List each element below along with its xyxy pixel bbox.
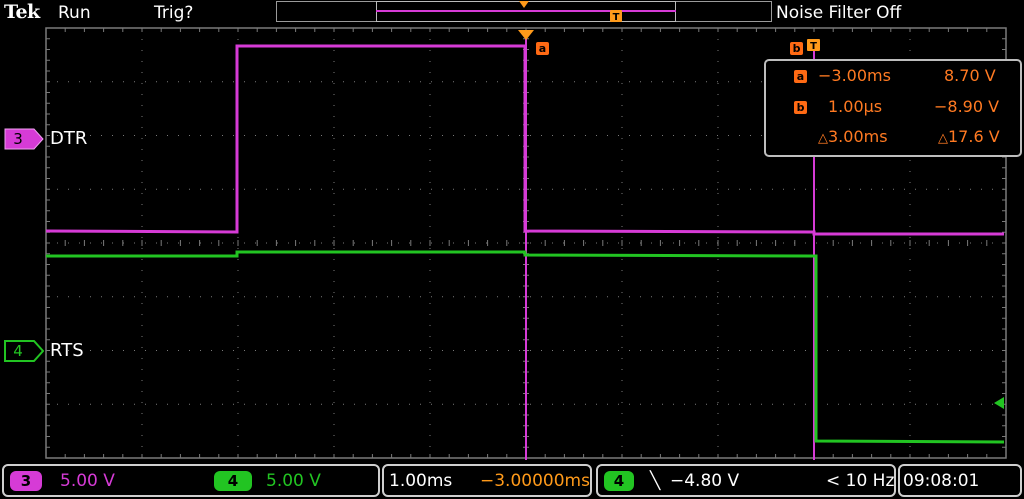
trigger-level[interactable]: −4.80 V: [670, 471, 739, 491]
delta-time-readout: △3.00ms: [818, 127, 888, 146]
trigger-level-marker: [994, 397, 1004, 409]
trigger-settings-box[interactable]: 4 ╲ −4.80 V < 10 Hz: [596, 464, 896, 497]
horizontal-scale-box[interactable]: 1.00ms −3.00000ms: [382, 464, 592, 497]
record-bar-markers: T: [376, 1, 676, 23]
cursor-a-marker-icon: a: [536, 42, 549, 55]
cursor-readout-panel: a −3.00ms 8.70 V b 1.00µs −8.90 V △3.00m…: [764, 59, 1022, 157]
ch3-label: DTR: [50, 128, 88, 149]
cursor-a-icon: a: [794, 70, 807, 83]
trigger-slope-icon[interactable]: ╲: [650, 471, 660, 491]
ch3-ground-marker[interactable]: 3: [4, 128, 44, 150]
cursor-a-time: −3.00ms: [818, 66, 891, 85]
ch4-badge[interactable]: 4: [214, 471, 252, 491]
delta-icon: △: [938, 131, 948, 146]
delta-voltage-readout: △17.6 V: [938, 127, 1000, 146]
acquisition-status: Run: [58, 3, 91, 23]
noise-filter-status: Noise Filter Off: [776, 3, 902, 23]
clock-box: 09:08:01: [898, 464, 1022, 497]
top-status-bar: Tek Run Trig? T Noise Filter Off: [0, 0, 1024, 26]
brand-logo: Tek: [4, 1, 40, 23]
svg-text:T: T: [613, 12, 620, 23]
cursor-b-trigger-icon: T: [807, 39, 820, 52]
timebase-scale[interactable]: 1.00ms: [389, 471, 452, 491]
ch4-label: RTS: [50, 340, 84, 361]
timebase-position[interactable]: −3.00000ms: [480, 471, 590, 491]
cursor-b-time: 1.00µs: [828, 97, 883, 116]
cursor-a-voltage: 8.70 V: [944, 66, 996, 85]
delta-time: 3.00ms: [828, 127, 888, 146]
vertical-scale-box[interactable]: 3 5.00 V 4 5.00 V: [2, 464, 380, 497]
ch4-scale[interactable]: 5.00 V: [266, 471, 321, 491]
ch3-scale[interactable]: 5.00 V: [60, 471, 115, 491]
trigger-status: Trig?: [154, 3, 194, 23]
ch3-marker-number: 3: [13, 130, 23, 148]
ch4-marker-number: 4: [13, 342, 23, 360]
trigger-position-icon: [519, 1, 529, 8]
delta-voltage: 17.6 V: [948, 127, 1000, 146]
delta-icon: △: [818, 131, 828, 146]
cursor-b-marker-icon: b: [790, 42, 803, 55]
trigger-source-badge[interactable]: 4: [604, 471, 634, 491]
bottom-status-bar: 3 5.00 V 4 5.00 V 1.00ms −3.00000ms 4 ╲ …: [0, 462, 1024, 499]
svg-text:T: T: [810, 41, 817, 52]
cursor-b-icon: b: [794, 101, 807, 114]
ch3-badge[interactable]: 3: [10, 471, 42, 491]
ch4-ground-marker[interactable]: 4: [4, 340, 44, 362]
trigger-frequency: < 10 Hz: [826, 471, 895, 491]
clock-time: 09:08:01: [903, 471, 980, 491]
cursor-b-voltage: −8.90 V: [934, 97, 1000, 116]
trigger-point-marker: [518, 30, 534, 40]
